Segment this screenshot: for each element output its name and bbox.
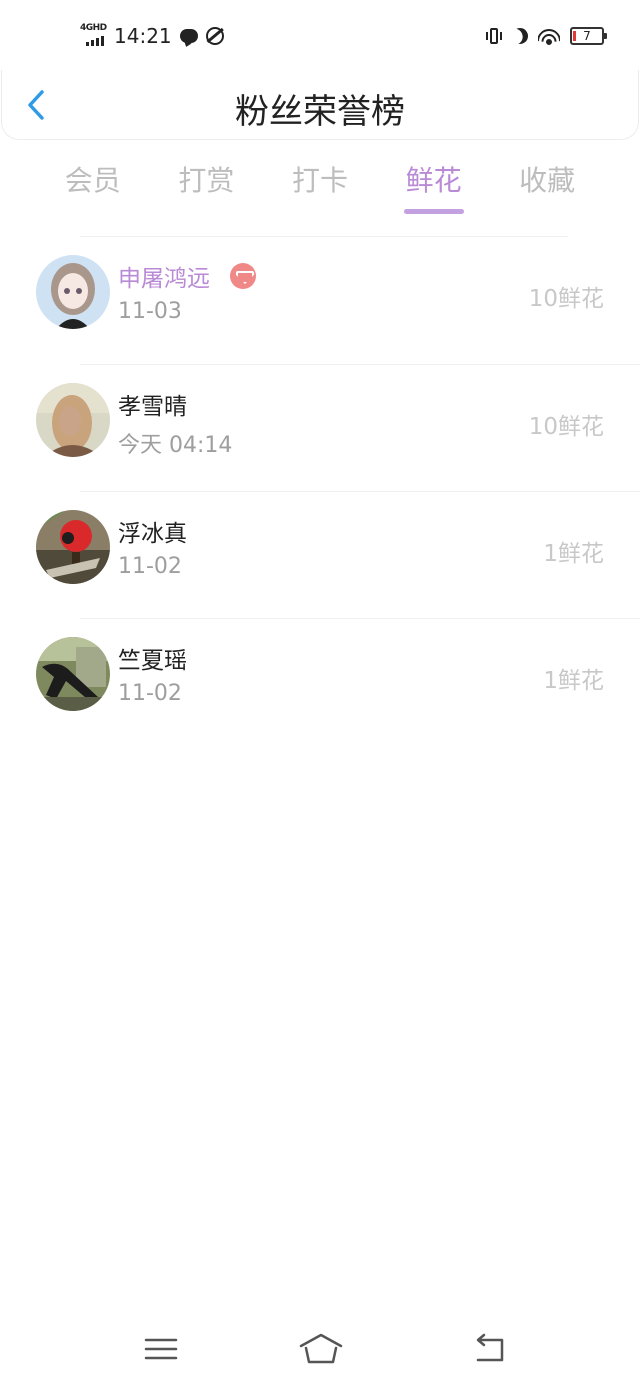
flower-count: 1鲜花 [543,668,604,694]
list-item[interactable]: 孝雪晴 今天 04:14 10鲜花 [36,364,640,491]
fan-name: 竺夏瑶 [118,648,187,674]
list-item[interactable]: 申屠鸿远 11-03 10鲜花 [0,237,640,364]
flower-count: 10鲜花 [528,414,604,440]
fan-date: 今天 04:14 [118,433,233,458]
avatar[interactable] [36,255,110,329]
home-icon [299,1333,343,1364]
back-nav-button[interactable] [470,1332,510,1366]
fan-name: 孝雪晴 [118,394,187,420]
flower-count: 1鲜花 [543,541,604,567]
fan-date: 11-03 [118,299,182,324]
menu-button[interactable] [142,1332,182,1366]
chat-bubble-icon [179,29,198,43]
avatar[interactable] [36,510,110,584]
avatar[interactable] [36,637,110,711]
wifi-icon [538,27,560,45]
moon-icon [509,25,531,47]
tab-favorites[interactable]: 收藏 [490,156,604,216]
network-type-label: 4GHD [80,23,107,33]
avatar[interactable] [36,383,110,457]
tab-flowers[interactable]: 鲜花 [377,156,491,216]
status-bar: 4GHD 14:21 7 [0,0,640,70]
page-title: 粉丝荣誉榜 [235,92,405,132]
system-nav-bar [0,1320,640,1380]
vibrate-icon [486,26,502,46]
fan-list: 申屠鸿远 11-03 10鲜花 孝雪晴 今天 04:14 10鲜花 浮冰真 11… [0,236,640,745]
tab-membership[interactable]: 会员 [36,156,150,216]
fan-date: 11-02 [118,554,182,579]
fan-name: 申屠鸿远 [118,266,210,292]
tab-bar: 会员 打赏 打卡 鲜花 收藏 [36,156,604,216]
tab-tips[interactable]: 打赏 [150,156,264,216]
header: 粉丝荣誉榜 [1,70,639,140]
fan-name: 浮冰真 [118,521,187,547]
list-item[interactable]: 竺夏瑶 11-02 1鲜花 [36,618,640,745]
app-icon [205,27,224,45]
fan-date: 11-02 [118,681,182,706]
list-item[interactable]: 浮冰真 11-02 1鲜花 [36,491,640,618]
diamond-badge-icon [230,263,256,289]
battery-icon: 7 [570,27,607,45]
status-time: 14:21 [114,24,172,48]
signal-icon: 4GHD [80,23,110,49]
flower-count: 10鲜花 [528,286,604,312]
tab-checkin[interactable]: 打卡 [263,156,377,216]
back-icon [476,1333,504,1362]
battery-level: 7 [583,29,591,43]
menu-icon [144,1338,178,1360]
home-button[interactable] [298,1332,344,1366]
